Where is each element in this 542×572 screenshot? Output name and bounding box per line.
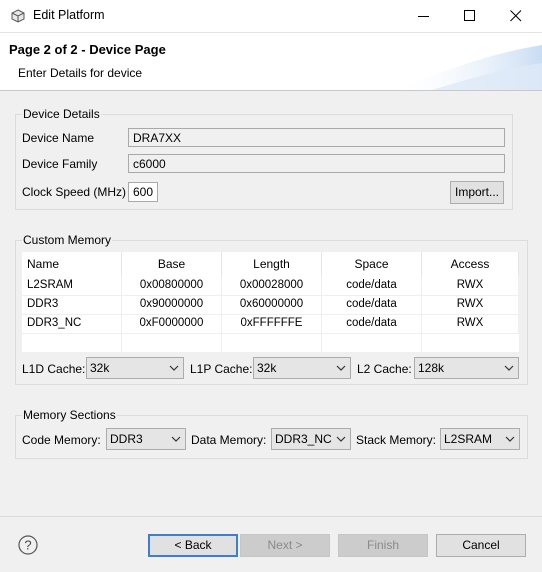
maximize-button[interactable] <box>447 0 493 32</box>
page-subtitle: Enter Details for device <box>18 66 143 80</box>
cell-space: code/data <box>322 295 422 314</box>
import-button[interactable]: Import... <box>450 181 504 204</box>
l1p-cache-label: L1P Cache: <box>190 362 253 376</box>
l1d-cache-label: L1D Cache: <box>22 362 86 376</box>
data-memory-label: Data Memory: <box>191 433 267 447</box>
cancel-button[interactable]: Cancel <box>436 534 526 557</box>
cell-length: 0xFFFFFFE <box>222 314 322 333</box>
cell-name: L2SRAM <box>22 276 122 295</box>
maximize-icon <box>464 10 475 21</box>
code-memory-value: DDR3 <box>110 432 143 446</box>
footer-separator <box>0 516 542 517</box>
cell-name: DDR3 <box>22 295 122 314</box>
back-button[interactable]: < Back <box>148 534 238 557</box>
column-header-base[interactable]: Base <box>122 252 222 276</box>
code-memory-select[interactable]: DDR3 <box>106 428 186 450</box>
column-header-access[interactable]: Access <box>422 252 519 276</box>
chevron-down-icon <box>171 436 181 442</box>
next-button[interactable]: Next > <box>240 534 330 557</box>
page-title: Page 2 of 2 - Device Page <box>9 42 166 57</box>
minimize-button[interactable] <box>401 0 447 32</box>
cell-space: code/data <box>322 276 422 295</box>
help-glyph: ? <box>24 538 31 553</box>
chevron-down-icon <box>504 365 514 371</box>
table-row[interactable]: DDR3 0x90000000 0x60000000 code/data RWX <box>22 295 519 315</box>
minimize-icon <box>418 16 429 17</box>
cell-access: RWX <box>422 314 519 333</box>
cell-space: code/data <box>322 314 422 333</box>
l2-cache-select[interactable]: 128k <box>414 357 519 379</box>
l2-cache-label: L2 Cache: <box>357 362 412 376</box>
cell-access: RWX <box>422 276 519 295</box>
data-memory-select[interactable]: DDR3_NC <box>271 428 351 450</box>
l1d-cache-value: 32k <box>90 361 110 375</box>
cell-base: 0x90000000 <box>122 295 222 314</box>
window-title: Edit Platform <box>33 8 105 22</box>
device-family-label: Device Family <box>22 157 98 171</box>
device-name-field[interactable]: DRA7XX <box>128 128 505 147</box>
wizard-banner: Page 2 of 2 - Device Page Enter Details … <box>0 33 542 91</box>
app-icon <box>11 9 25 23</box>
device-family-field[interactable]: c6000 <box>128 154 505 173</box>
cell-length: 0x00028000 <box>222 276 322 295</box>
banner-graphic <box>392 45 542 90</box>
chevron-down-icon <box>336 365 346 371</box>
close-icon <box>510 10 522 22</box>
column-header-space[interactable]: Space <box>322 252 422 276</box>
help-icon: ? <box>18 535 38 555</box>
table-row[interactable]: DDR3_NC 0xF0000000 0xFFFFFFE code/data R… <box>22 314 519 334</box>
l1p-cache-select[interactable]: 32k <box>253 357 351 379</box>
data-memory-value: DDR3_NC <box>275 432 332 446</box>
l1d-cache-select[interactable]: 32k <box>86 357 184 379</box>
code-memory-label: Code Memory: <box>22 433 101 447</box>
clock-speed-label: Clock Speed (MHz) <box>22 185 127 199</box>
stack-memory-label: Stack Memory: <box>356 433 437 447</box>
finish-button[interactable]: Finish <box>338 534 428 557</box>
stack-memory-select[interactable]: L2SRAM <box>440 428 520 450</box>
table-row-empty[interactable] <box>22 333 519 353</box>
title-bar: Edit Platform <box>0 0 542 33</box>
chevron-down-icon <box>505 436 515 442</box>
close-button[interactable] <box>493 0 539 32</box>
table-row[interactable]: L2SRAM 0x00800000 0x00028000 code/data R… <box>22 276 519 296</box>
cell-name: DDR3_NC <box>22 314 122 333</box>
chevron-down-icon <box>169 365 179 371</box>
table-header: Name Base Length Space Access <box>22 252 519 276</box>
column-header-length[interactable]: Length <box>222 252 322 276</box>
clock-speed-input[interactable]: 600 <box>128 182 158 202</box>
column-header-name[interactable]: Name <box>22 252 122 276</box>
chevron-down-icon <box>336 436 346 442</box>
l2-cache-value: 128k <box>418 361 445 375</box>
l1p-cache-value: 32k <box>257 361 277 375</box>
cell-base: 0x00800000 <box>122 276 222 295</box>
help-button[interactable]: ? <box>18 535 38 555</box>
device-details-label: Device Details <box>22 107 101 121</box>
cell-length: 0x60000000 <box>222 295 322 314</box>
cell-access: RWX <box>422 295 519 314</box>
memory-sections-label: Memory Sections <box>22 408 117 422</box>
custom-memory-label: Custom Memory <box>22 233 113 247</box>
stack-memory-value: L2SRAM <box>444 432 493 446</box>
device-name-label: Device Name <box>22 131 95 145</box>
memory-table[interactable]: Name Base Length Space Access L2SRAM 0x0… <box>22 252 519 353</box>
cell-base: 0xF0000000 <box>122 314 222 333</box>
